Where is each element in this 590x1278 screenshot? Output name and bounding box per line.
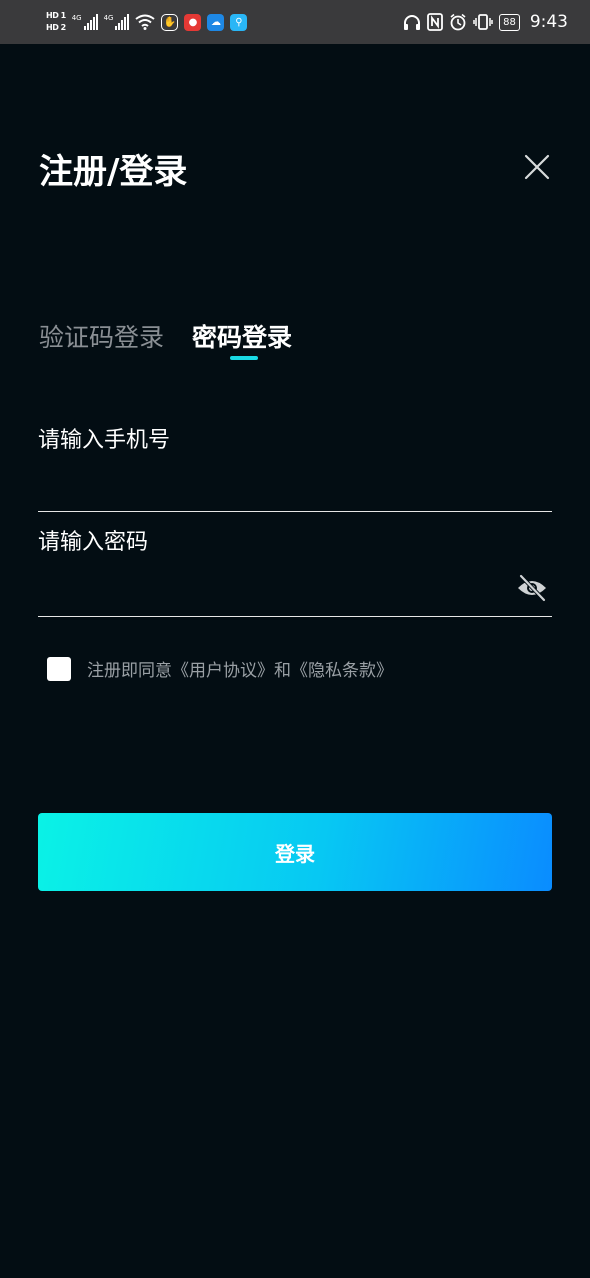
reddit-app-icon: ● [184,13,202,31]
privacy-policy-link[interactable]: 隐私条款 [308,656,376,681]
clock: 9:43 [529,12,568,32]
tab-password-login-label: 密码登录 [192,323,293,352]
hd2-label: HD 2 [46,23,66,32]
password-input[interactable] [38,522,498,562]
net2-label: 4G [103,14,114,22]
status-bar-left: HD 1 HD 2 4G 4G ✋ ● ☁ ⚲ [46,11,248,33]
close-button[interactable] [522,152,552,182]
tab-sms-code-login[interactable]: 验证码登录 [39,318,164,358]
status-bar: HD 1 HD 2 4G 4G ✋ ● ☁ ⚲ 88 9:43 [0,0,590,44]
agreement-prefix: 注册即同意《 [87,661,189,681]
login-button[interactable]: 登录 [38,813,552,891]
agreement-checkbox[interactable] [47,656,71,681]
status-bar-right: 88 9:43 [403,12,568,32]
login-tabs: 验证码登录 密码登录 [39,318,293,360]
signal-1-icon: 4G [72,14,98,30]
battery-indicator: 88 [499,13,520,31]
close-icon [524,154,550,180]
nfc-icon [427,13,443,31]
hand-app-icon: ✋ [161,13,179,31]
agreement-row: 注册即同意《 用户协议 》和《 隐私条款 》 [47,656,393,681]
hd-indicator: HD 1 HD 2 [46,11,66,33]
active-tab-indicator [230,356,259,360]
wifi-icon [135,14,156,30]
user-agreement-link[interactable]: 用户协议 [189,656,257,681]
eye-off-icon [518,574,546,602]
password-field-container [38,522,552,617]
signal-2-icon: 4G [104,14,130,30]
phone-input[interactable] [38,420,498,460]
alarm-icon [450,13,466,31]
net1-label: 4G [71,14,82,22]
agreement-suffix: 》 [376,661,393,681]
toggle-password-visibility-button[interactable] [516,572,548,604]
search-app-icon: ⚲ [230,13,248,31]
agreement-middle: 》和《 [257,661,308,681]
vibrate-icon [473,14,493,30]
page-title: 注册/登录 [39,152,188,192]
weather-app-icon: ☁ [207,13,225,31]
agreement-text: 注册即同意《 用户协议 》和《 隐私条款 》 [87,656,393,681]
tab-password-login[interactable]: 密码登录 [192,318,293,360]
headphones-icon [404,15,421,30]
phone-field-container [38,420,552,512]
hd1-label: HD 1 [46,11,66,20]
